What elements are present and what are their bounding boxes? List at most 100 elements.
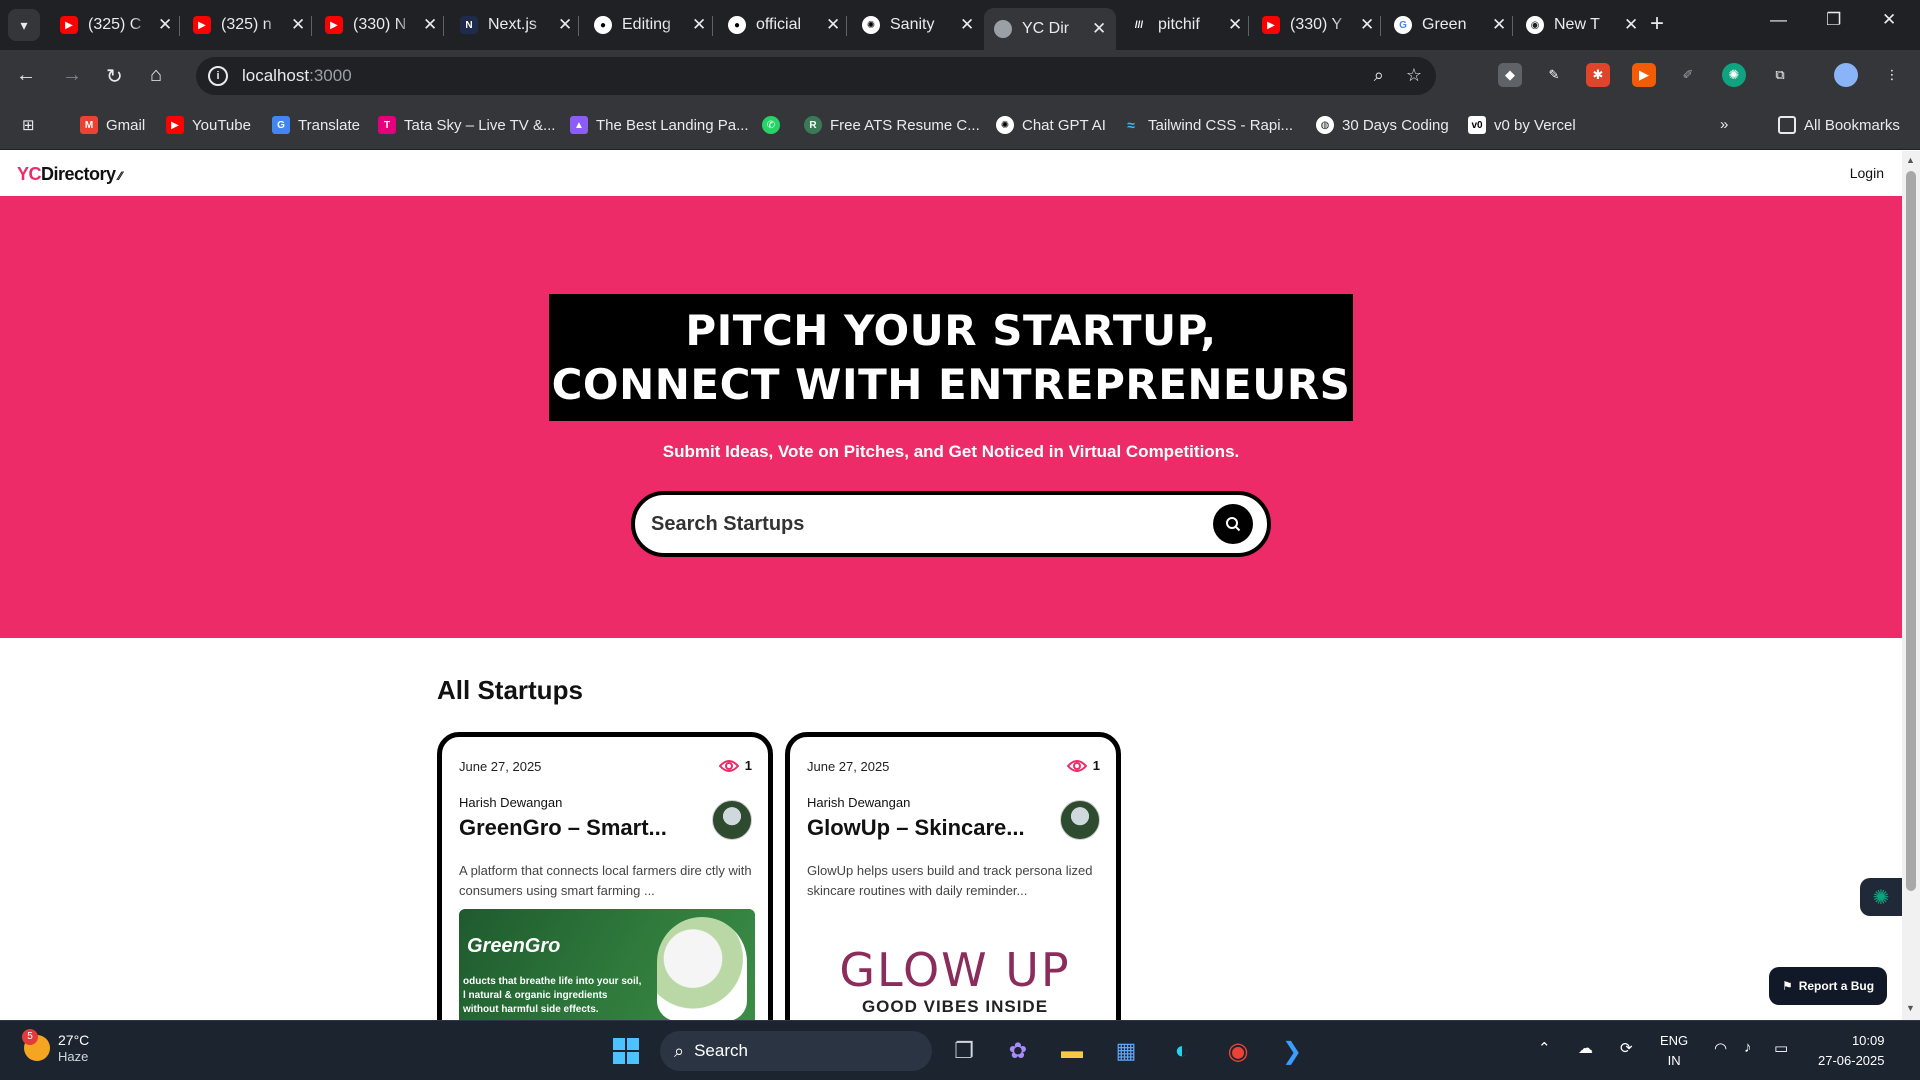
avatar[interactable] [712,800,752,840]
card-title[interactable]: GlowUp – Skincare... [807,815,1057,841]
chatgpt-extension-icon[interactable]: ✺ [1722,63,1746,87]
wifi-icon[interactable]: ◠ [1714,1039,1727,1057]
system-clock[interactable]: 10:09 27-06-2025 [1818,1031,1885,1071]
close-icon[interactable]: ✕ [558,15,572,35]
flag-extension-icon[interactable]: ▶ [1632,63,1656,87]
bookmark-resume[interactable]: R Free ATS Resume C... [804,116,980,134]
close-icon[interactable]: ✕ [960,15,974,35]
site-info-icon[interactable]: i [208,66,228,86]
forward-icon[interactable]: → [62,64,82,87]
file-explorer-icon[interactable]: ▬ [1054,1033,1090,1069]
notes-extension-icon[interactable]: ✐ [1676,63,1700,87]
card-image[interactable]: GLOW UP GOOD VIBES INSIDE [807,909,1103,1020]
weather-widget[interactable]: 5 27°C Haze [22,1028,89,1064]
avatar[interactable] [1060,800,1100,840]
battery-icon[interactable]: ▭ [1774,1039,1788,1057]
task-view-icon[interactable]: ❐ [946,1033,982,1069]
reload-icon[interactable]: ↻ [106,64,123,89]
bookmark-landing[interactable]: ▲ The Best Landing Pa... [570,116,749,134]
scroll-down-icon[interactable]: ▼ [1906,1003,1915,1013]
tab-google[interactable]: G Green ✕ [1384,8,1516,42]
close-icon[interactable]: ✕ [692,15,706,35]
eyedropper-extension-icon[interactable]: ✎ [1542,63,1566,87]
bookmark-tatasky[interactable]: T Tata Sky – Live TV &... [378,116,555,134]
tab-new-tab[interactable]: ◉ New T ✕ [1516,8,1648,42]
bug-extension-icon[interactable]: ✱ [1586,63,1610,87]
tab-youtube-2[interactable]: ▶ (325) n ✕ [183,8,315,42]
minimize-icon[interactable]: — [1770,10,1787,30]
report-bug-button[interactable]: ⚑ Report a Bug [1769,967,1887,1005]
back-icon[interactable]: ← [16,64,36,87]
language-indicator[interactable]: ENG IN [1660,1031,1688,1071]
bookmark-youtube[interactable]: ▶ YouTube [166,116,251,134]
profile-avatar-icon[interactable] [1834,63,1858,87]
scrollbar-thumb[interactable] [1906,171,1916,891]
close-icon[interactable]: ✕ [1360,15,1374,35]
close-icon[interactable]: ✕ [291,15,305,35]
search-button[interactable] [1213,504,1253,544]
close-icon[interactable]: ✕ [1092,19,1106,39]
card-author[interactable]: Harish Dewangan [459,795,562,810]
show-hidden-icons[interactable]: ⌃ [1538,1039,1551,1057]
address-bar[interactable]: i localhost:3000 ⌕ ☆ [196,57,1436,95]
windows-taskbar: 5 27°C Haze ⌕ Search ❐ ✿ ▬ ▦ ◐ ◉ ❯ ⌃ ☁ ⟳… [0,1020,1920,1080]
bookmark-tailwind[interactable]: ≈ Tailwind CSS - Rapi... [1122,116,1293,134]
apps-grid-icon[interactable]: ⊞ [22,116,35,134]
bookmark-translate[interactable]: G Translate [272,116,360,134]
card-author[interactable]: Harish Dewangan [807,795,910,810]
tab-youtube-4[interactable]: ▶ (330) Y ✕ [1252,8,1384,42]
close-icon[interactable]: ✕ [1228,15,1242,35]
close-window-icon[interactable]: ✕ [1882,10,1896,30]
copilot-icon[interactable]: ✿ [1000,1033,1036,1069]
close-icon[interactable]: ✕ [1624,15,1638,35]
onedrive-icon[interactable]: ☁ [1578,1039,1593,1057]
bookmark-v0[interactable]: v0 v0 by Vercel [1468,116,1576,134]
tab-yc-directory[interactable]: YC Dir ✕ [984,8,1117,50]
bookmark-star-icon[interactable]: ☆ [1406,65,1422,86]
close-icon[interactable]: ✕ [423,15,437,35]
all-bookmarks[interactable]: All Bookmarks [1778,116,1900,134]
tab-search-button[interactable]: ▾ [8,9,40,41]
search-input[interactable]: Search Startups [651,513,804,536]
tab-github-editing[interactable]: ● Editing ✕ [584,8,716,42]
edge-icon[interactable]: ◐ [1164,1033,1200,1069]
menu-kebab-icon[interactable]: ⋮ [1880,63,1904,87]
zoom-icon[interactable]: ⌕ [1374,65,1384,86]
shield-extension-icon[interactable]: ◆ [1498,63,1522,87]
card-title[interactable]: GreenGro – Smart... [459,815,709,841]
sync-icon[interactable]: ⟳ [1620,1039,1633,1057]
chrome-icon[interactable]: ◉ [1220,1033,1256,1069]
restore-icon[interactable]: ❐ [1826,10,1841,30]
close-icon[interactable]: ✕ [826,15,840,35]
scroll-up-icon[interactable]: ▲ [1906,155,1915,165]
store-icon[interactable]: ▦ [1108,1033,1144,1069]
close-icon[interactable]: ✕ [1492,15,1506,35]
tab-nextjs[interactable]: N Next.js ✕ [450,8,582,42]
taskbar-search[interactable]: ⌕ Search [660,1031,932,1071]
card-image[interactable]: GreenGro oducts that breathe life into y… [459,909,755,1020]
bookmark-whatsapp[interactable]: ✆ [762,116,788,134]
bookmark-gmail[interactable]: M Gmail [80,116,145,134]
site-logo[interactable]: YCDirectory ⁄⁄ [17,164,122,185]
extensions-puzzle-icon[interactable]: ⧉ [1768,63,1792,87]
close-icon[interactable]: ✕ [158,15,172,35]
tab-sanity[interactable]: ✺ Sanity ✕ [852,8,984,42]
tab-title: official [756,16,802,33]
chatgpt-floating-icon[interactable]: ✺ [1860,878,1902,916]
more-bookmarks-icon[interactable]: » [1720,116,1728,133]
tab-github-official[interactable]: ● official ✕ [718,8,850,42]
tab-youtube-1[interactable]: ▶ (325) C ✕ [50,8,182,42]
volume-icon[interactable]: ♪ [1744,1039,1752,1056]
startup-card[interactable]: June 27, 2025 1 Harish Dewangan GreenGro… [437,732,773,1020]
tab-pitchify[interactable]: /// pitchif ✕ [1120,8,1252,42]
vscode-icon[interactable]: ❯ [1274,1033,1310,1069]
start-icon[interactable] [608,1033,644,1069]
startup-card[interactable]: June 27, 2025 1 Harish Dewangan GlowUp –… [785,732,1121,1020]
tab-youtube-3[interactable]: ▶ (330) N ✕ [315,8,447,42]
new-tab-button[interactable]: + [1650,10,1664,38]
page-scrollbar[interactable]: ▲ ▼ [1902,151,1920,1020]
login-link[interactable]: Login [1850,165,1884,181]
bookmark-30days[interactable]: ◍ 30 Days Coding [1316,116,1449,134]
bookmark-chatgpt[interactable]: ✺ Chat GPT AI [996,116,1106,134]
home-icon[interactable]: ⌂ [150,64,162,87]
